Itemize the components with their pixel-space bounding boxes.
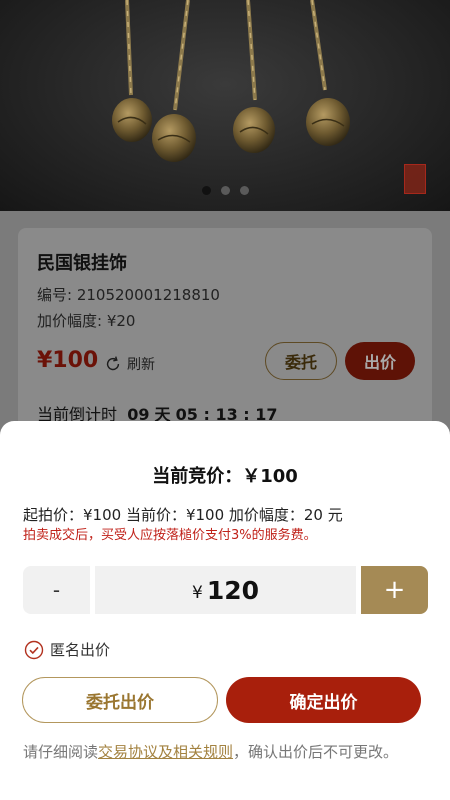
bid-notice: 请仔细阅读交易协议及相关规则，确认出价后不可更改。 bbox=[23, 742, 423, 763]
entrust-button[interactable]: 委托 bbox=[265, 342, 337, 380]
carousel-dot[interactable] bbox=[239, 186, 249, 195]
current-price: ¥100 bbox=[37, 348, 99, 373]
terms-link[interactable]: 交易协议及相关规则 bbox=[98, 743, 233, 761]
product-photo bbox=[112, 0, 350, 162]
anonymous-bid-label: 匿名出价 bbox=[50, 641, 111, 659]
currency-symbol: ¥ bbox=[191, 582, 203, 603]
entrust-bid-button[interactable]: 委托出价 bbox=[22, 677, 218, 723]
refresh-icon bbox=[106, 356, 120, 371]
refresh-button[interactable]: 刷新 bbox=[104, 354, 155, 374]
decrease-button[interactable]: - bbox=[23, 566, 90, 614]
product-title: 民国银挂饰 bbox=[37, 253, 127, 274]
product-increment: 加价幅度: ¥20 bbox=[37, 312, 136, 330]
service-fee-warning: 拍卖成交后，买受人应按落槌价支付3%的服务费。 bbox=[23, 528, 317, 543]
carousel-dot[interactable] bbox=[201, 186, 211, 195]
refresh-label: 刷新 bbox=[127, 357, 155, 373]
product-info-card: 民国银挂饰 编号: 210520001218810 加价幅度: ¥20 ¥100… bbox=[18, 228, 432, 428]
bid-amount-input[interactable]: ¥ 120 bbox=[95, 566, 356, 614]
checked-circle-icon bbox=[24, 640, 44, 659]
product-serial: 编号: 210520001218810 bbox=[37, 286, 220, 304]
carousel-dot[interactable] bbox=[220, 186, 230, 195]
price-info: 起拍价：¥100 当前价：¥100 加价幅度：20 元 bbox=[23, 506, 343, 524]
anonymous-bid-checkbox[interactable]: 匿名出价 bbox=[24, 639, 110, 660]
increase-button[interactable]: + bbox=[361, 566, 428, 614]
bid-sheet: 当前竞价：￥100 起拍价：¥100 当前价：¥100 加价幅度：20 元 拍卖… bbox=[0, 421, 450, 800]
bid-button[interactable]: 出价 bbox=[345, 342, 415, 380]
bid-amount-value: 120 bbox=[206, 575, 259, 605]
confirm-bid-button[interactable]: 确定出价 bbox=[226, 677, 421, 723]
carousel-indicator bbox=[0, 186, 450, 195]
notice-suffix: ，确认出价后不可更改。 bbox=[233, 743, 399, 761]
notice-prefix: 请仔细阅读 bbox=[23, 743, 99, 761]
sheet-title: 当前竞价：￥100 bbox=[152, 466, 298, 487]
product-image-carousel[interactable] bbox=[0, 0, 450, 211]
